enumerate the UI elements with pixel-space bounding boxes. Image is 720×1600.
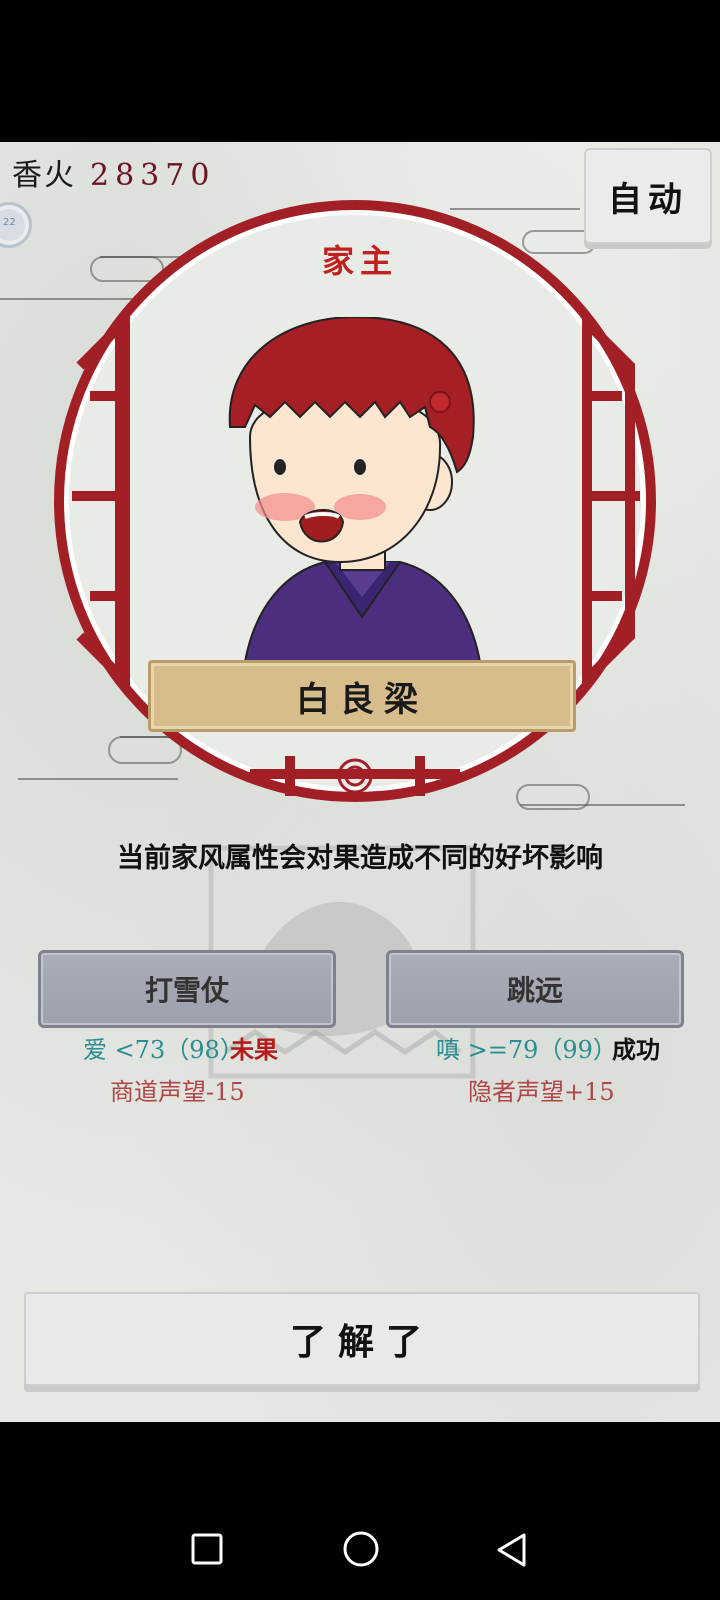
character-role: 家主 (321, 242, 398, 280)
back-icon[interactable] (494, 1532, 528, 1568)
choice-button-1[interactable]: 打雪仗 (38, 950, 336, 1028)
choice-button-2[interactable]: 跳远 (386, 950, 684, 1028)
incense-label: 香火 (12, 158, 76, 193)
choice-1-effect: 商道声望-15 (110, 1078, 245, 1106)
system-navigation-bar (0, 1422, 720, 1600)
game-screen: 香火 28370 22 自动 家主 白良梁 当前家风属性会对果造成不同的好坏影响… (0, 142, 720, 1422)
recent-apps-icon[interactable] (190, 1532, 224, 1566)
badge-text: 22 (3, 217, 16, 228)
confirm-button[interactable]: 了解了 (24, 1292, 700, 1386)
choice-2-requirement: 嗔 >=79（99） (436, 1036, 617, 1064)
incense-counter: 香火 28370 (12, 150, 215, 194)
choice-2-result: 成功 (612, 1035, 660, 1064)
choice-1-requirement: 爱 <73（98） (83, 1036, 244, 1064)
character-name-plate: 白良梁 (148, 660, 576, 732)
choice-1-result: 未果 (230, 1035, 278, 1064)
home-icon[interactable] (342, 1530, 380, 1568)
incense-value: 28370 (90, 158, 216, 193)
character-portrait (228, 317, 482, 662)
event-hint: 当前家风属性会对果造成不同的好坏影响 (117, 843, 603, 874)
choice-2-effect: 隐者声望+15 (468, 1078, 615, 1106)
